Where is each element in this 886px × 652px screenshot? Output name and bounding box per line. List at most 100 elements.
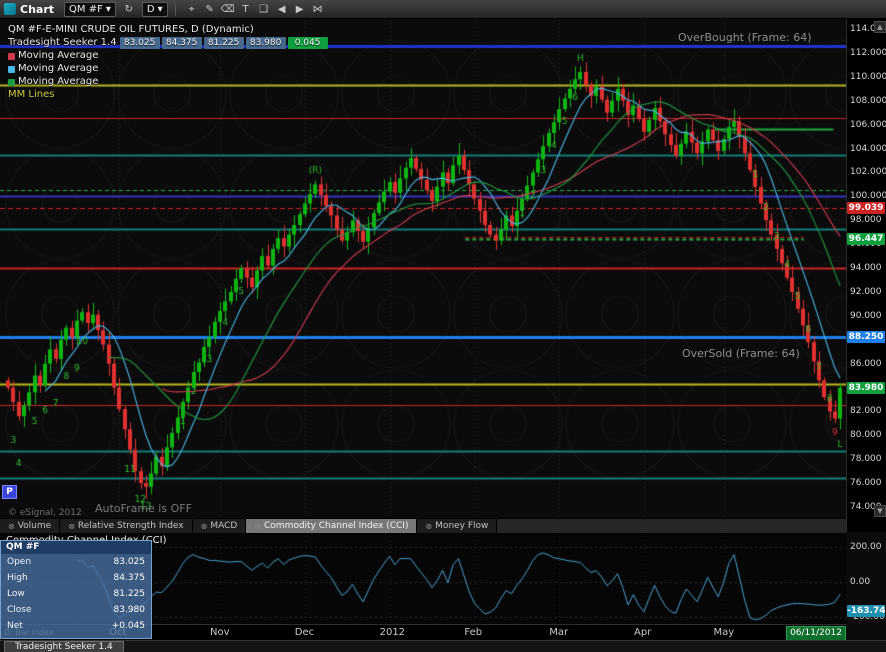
ma-legend-row: Moving Average	[8, 76, 328, 88]
text-tool-icon: T	[243, 4, 249, 15]
link-button[interactable]: ⋈	[309, 1, 327, 17]
row-value: 83.980	[114, 603, 146, 617]
row-value: 83.025	[114, 555, 146, 569]
bottom-bar: Tradesight Seeker 1.4	[0, 640, 886, 652]
crosshair-button[interactable]: ⌖	[183, 1, 201, 17]
time-axis-label: Mar	[549, 627, 568, 638]
crosshair-icon: ⌖	[189, 4, 195, 15]
cci-tick-label: 200.00	[850, 542, 882, 552]
indicator-tab-macd[interactable]: ⊗MACD	[193, 519, 247, 533]
data-window-popup[interactable]: QM #F Open 83.025 High 84.375 Low 81.225Close…	[0, 540, 152, 639]
price-level-badge: 83.980	[847, 382, 885, 394]
price-level-badge: 99.039	[847, 202, 885, 214]
time-axis-label: Nov	[210, 627, 230, 638]
row-label: Low	[7, 587, 25, 601]
tab-label: Volume	[18, 521, 51, 531]
ma-swatch	[8, 79, 15, 86]
indicator-tab-volume[interactable]: ⊗Volume	[0, 519, 60, 533]
toolbar-separator	[175, 3, 176, 16]
toolbar: Chart QM #F ▾ ↻ D ▾ ⌖ ✎ ⌫ T ❑ ◀ ▶ ⋈	[0, 0, 886, 19]
callout-button[interactable]: ❑	[255, 1, 273, 17]
data-window-row: Low 81.225	[1, 586, 151, 602]
back-button[interactable]: ◀	[273, 1, 291, 17]
callout-icon: ❑	[259, 4, 268, 15]
row-label: Net	[7, 619, 23, 633]
chevron-down-icon: ▾	[158, 4, 163, 15]
link-icon: ⋈	[313, 4, 323, 15]
row-label: High	[7, 571, 28, 585]
symbol-dropdown[interactable]: QM #F ▾	[64, 2, 116, 17]
time-axis-label: May	[714, 627, 735, 638]
study-net-chip: 0.045	[288, 37, 328, 49]
data-window-row: High 84.375	[1, 570, 151, 586]
axis-scroll-down-icon[interactable]: ▼	[874, 505, 886, 517]
pivot-badge: P	[2, 485, 17, 499]
chart-app-label: Chart	[20, 3, 54, 16]
oversold-label: OverSold (Frame: 64)	[682, 347, 800, 360]
indicator-tabstrip: ⊗Volume⊗Relative Strength Index⊗MACD⊗Com…	[0, 518, 846, 534]
forward-icon: ▶	[296, 4, 304, 15]
price-tick-label: 112.000	[850, 48, 886, 58]
row-label: Open	[7, 555, 31, 569]
tab-label: MACD	[210, 521, 237, 531]
price-tick-label: 104.000	[850, 144, 886, 154]
chart-window: Chart QM #F ▾ ↻ D ▾ ⌖ ✎ ⌫ T ❑ ◀ ▶ ⋈ QM #F-E-MIN…	[0, 0, 886, 652]
autoframe-label: AutoFrame is OFF	[95, 502, 192, 515]
tab-label: Money Flow	[435, 521, 488, 531]
price-tick-label: 102.000	[850, 167, 886, 177]
price-tick-label: 106.000	[850, 120, 886, 130]
price-level-badge: 96.447	[847, 233, 885, 245]
tab-close-icon[interactable]: ⊗	[8, 522, 15, 531]
esignal-logo-icon	[4, 3, 16, 15]
tab-close-icon[interactable]: ⊗	[425, 522, 432, 531]
pencil-icon: ✎	[205, 4, 213, 15]
price-tick-label: 78.000	[850, 454, 882, 464]
drawing-tools: ⌖ ✎ ⌫ T ❑ ◀ ▶ ⋈	[183, 1, 327, 17]
back-icon: ◀	[278, 4, 286, 15]
cci-value-badge: -163.74	[847, 605, 885, 617]
page-tab-tradesight[interactable]: Tradesight Seeker 1.4	[4, 641, 124, 652]
price-axis[interactable]: 114.000112.000110.000108.000106.000104.0…	[846, 19, 886, 532]
price-tick-label: 82.000	[850, 406, 882, 416]
last-date-badge: 06/11/2012	[786, 626, 846, 641]
cci-tick-label: 0.00	[850, 577, 870, 587]
price-level-badge: 88.250	[847, 331, 885, 343]
copyright-label: © eSignal, 2012	[8, 508, 82, 518]
row-value: 81.225	[114, 587, 146, 601]
chevron-down-icon: ▾	[106, 4, 111, 15]
tab-label: Relative Strength Index	[78, 521, 184, 531]
time-axis-label: Dec	[295, 627, 314, 638]
time-axis-label: 2012	[380, 627, 405, 638]
refresh-button[interactable]: ↻	[120, 1, 138, 17]
pencil-button[interactable]: ✎	[201, 1, 219, 17]
forward-button[interactable]: ▶	[291, 1, 309, 17]
price-tick-label: 76.000	[850, 478, 882, 488]
data-window-row: Close83.980	[1, 602, 151, 618]
ma-legend-row: Moving Average	[8, 50, 328, 62]
price-tick-label: 86.000	[850, 359, 882, 369]
time-axis-label: Feb	[464, 627, 482, 638]
row-value: 84.375	[114, 571, 146, 585]
data-window-title[interactable]: QM #F	[1, 541, 151, 554]
overbought-label: OverBought (Frame: 64)	[678, 31, 812, 44]
tab-close-icon[interactable]: ⊗	[254, 522, 261, 531]
price-tick-label: 98.000	[850, 215, 882, 225]
study-value-chip: 83.025	[120, 37, 160, 49]
interval-dropdown[interactable]: D ▾	[142, 2, 168, 17]
data-window-row: Net+0.045	[1, 618, 151, 634]
ma-swatch	[8, 53, 15, 60]
tab-close-icon[interactable]: ⊗	[68, 522, 75, 531]
price-tick-label: 100.000	[850, 191, 886, 201]
text-tool-button[interactable]: T	[237, 1, 255, 17]
data-window-rows: Open 83.025 High 84.375 Low 81.225Close83.980…	[1, 554, 151, 634]
indicator-tab-money-flow[interactable]: ⊗Money Flow	[417, 519, 497, 533]
tab-close-icon[interactable]: ⊗	[201, 522, 208, 531]
interval-value: D	[147, 4, 155, 15]
chart-legend: QM #F-E-MINI CRUDE OIL FUTURES, D (Dynam…	[8, 24, 328, 102]
price-tick-label: 92.000	[850, 287, 882, 297]
eraser-button[interactable]: ⌫	[219, 1, 237, 17]
indicator-tab-relative-strength-index[interactable]: ⊗Relative Strength Index	[60, 519, 192, 533]
axis-scroll-up-icon[interactable]: ▲	[874, 21, 886, 33]
study-label: Tradesight Seeker 1.4	[8, 37, 117, 49]
indicator-tab-commodity-channel-index-cci-[interactable]: ⊗Commodity Channel Index (CCI)	[246, 519, 417, 533]
